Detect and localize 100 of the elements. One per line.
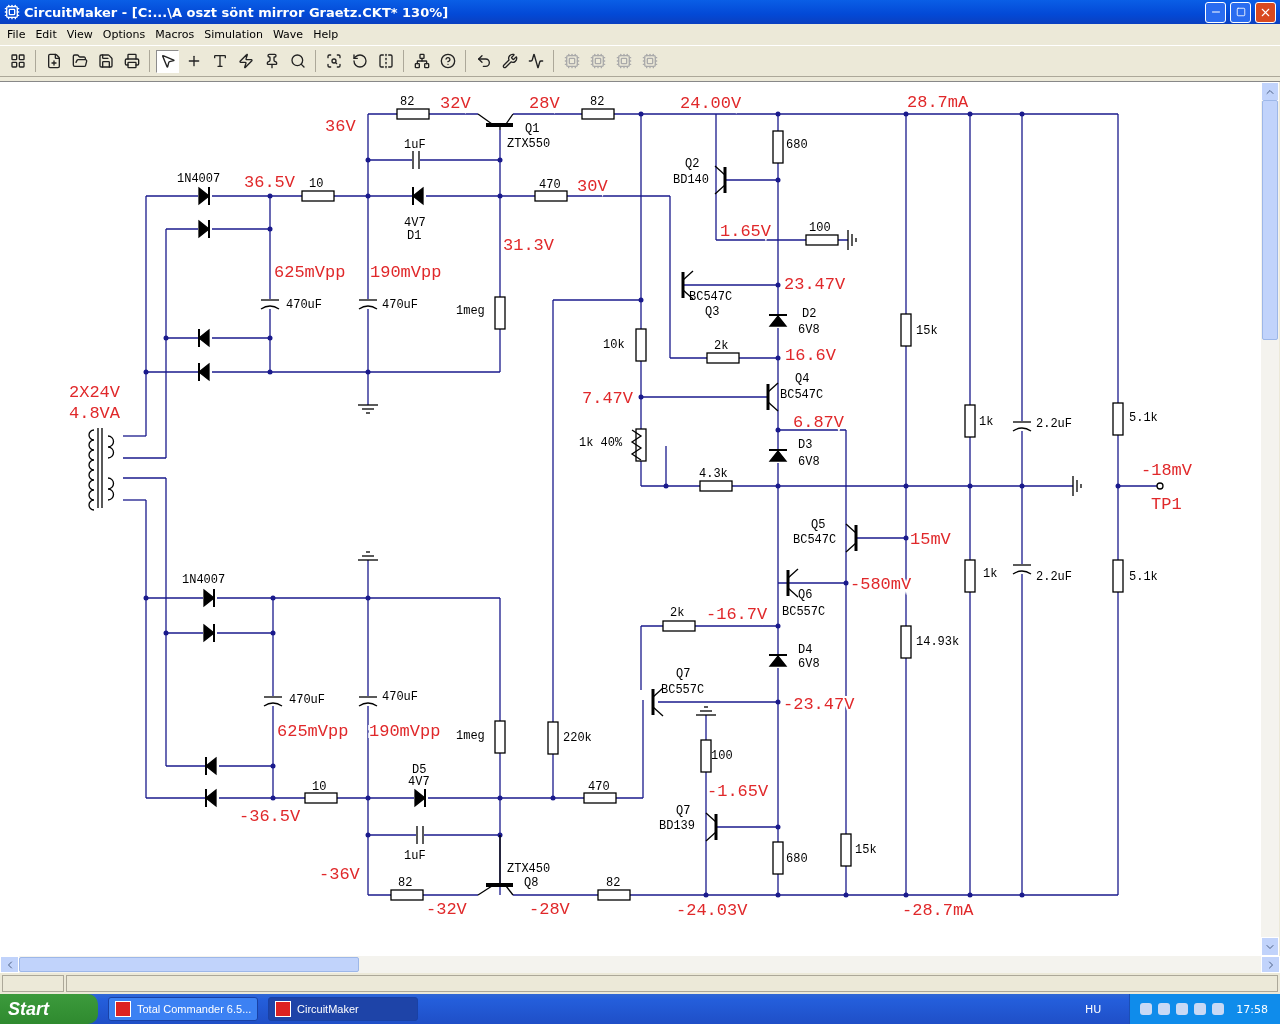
- part-label: Q7: [676, 667, 691, 681]
- part-label: Q7: [676, 804, 691, 818]
- part-label: 6V8: [798, 455, 820, 469]
- part-label: 82: [606, 876, 621, 890]
- voltage-reading: -16.7V: [706, 605, 768, 624]
- voltage-reading: 31.3V: [503, 236, 554, 255]
- part-label: 82: [400, 95, 415, 109]
- menu-item[interactable]: Simulation: [199, 26, 268, 43]
- part-label: 680: [786, 138, 808, 152]
- part-label: 15k: [916, 324, 938, 338]
- part-label: 1k: [983, 567, 998, 581]
- maximize-button[interactable]: [1230, 1, 1251, 23]
- part-label: BC557C: [661, 683, 705, 697]
- part-label: 6V8: [798, 323, 820, 337]
- voltage-reading: -28.7mA: [902, 901, 974, 920]
- part-label: 82: [590, 95, 605, 109]
- part-label: 220k: [563, 731, 592, 745]
- voltage-reading: -36.5V: [239, 807, 301, 826]
- maximize-icon: [1235, 7, 1246, 17]
- part-label: 2.2uF: [1036, 417, 1072, 431]
- menu-item[interactable]: Edit: [30, 26, 62, 43]
- part-label: ZTX550: [507, 137, 551, 151]
- horizontal-scrollbar[interactable]: [0, 956, 1280, 973]
- close-button[interactable]: [1255, 1, 1276, 23]
- part-label: Q1: [525, 122, 540, 136]
- part-label: 100: [809, 221, 831, 235]
- menu-item[interactable]: Macros: [150, 26, 200, 43]
- part-label: 1meg: [456, 729, 485, 743]
- part-label: 1uF: [404, 138, 426, 152]
- voltage-reading: 36V: [325, 117, 356, 136]
- voltage-reading: 190mVpp: [370, 263, 442, 282]
- taskbar-task[interactable]: CircuitMaker: [268, 997, 418, 1021]
- task-icon: [275, 1001, 291, 1017]
- part-label: 10: [312, 780, 327, 794]
- part-label: 4V7: [408, 775, 430, 789]
- voltage-reading: -28V: [529, 900, 570, 919]
- part-label: 10k: [603, 338, 625, 352]
- part-label: D1: [407, 229, 422, 243]
- part-label: 10: [309, 177, 324, 191]
- scroll-thumb[interactable]: [19, 957, 359, 972]
- part-label: 100: [711, 749, 733, 763]
- voltage-reading: 23.47V: [784, 275, 846, 294]
- scroll-thumb[interactable]: [1262, 100, 1278, 340]
- start-button[interactable]: Start: [0, 994, 98, 1024]
- part-label: BC547C: [793, 533, 837, 547]
- part-label: 2.2uF: [1036, 570, 1072, 584]
- window-title: CircuitMaker - [C:...\A oszt sönt mirror Graetz.CKT* 130%]: [24, 4, 450, 20]
- pointer-icon: [159, 53, 176, 69]
- voltage-reading: 28V: [529, 94, 560, 113]
- print-icon: [123, 53, 140, 69]
- menu-item[interactable]: Wave: [267, 26, 309, 43]
- voltage-reading: 6.87V: [793, 413, 844, 432]
- voltage-reading: -32V: [426, 900, 467, 919]
- voltage-reading: TP1: [1151, 495, 1182, 514]
- part-label: 14.93k: [916, 635, 960, 649]
- voltage-reading: 625mVpp: [274, 263, 346, 282]
- voltage-reading: 4.8VA: [69, 404, 120, 423]
- part-label: BC547C: [780, 388, 824, 402]
- menu-item[interactable]: Options: [97, 26, 151, 43]
- part-label: 6V8: [798, 657, 820, 671]
- part-label: 1N4007: [182, 573, 226, 587]
- task-icon: [115, 1001, 131, 1017]
- vertical-scrollbar[interactable]: [1261, 82, 1279, 956]
- part-label: 82: [398, 876, 413, 890]
- part-label: 680: [786, 852, 808, 866]
- voltage-reading: -36V: [319, 865, 360, 884]
- minimize-button[interactable]: [1205, 1, 1226, 23]
- part-label: 1k 40%: [579, 436, 623, 450]
- language-indicator[interactable]: HU: [1084, 1002, 1102, 1016]
- menu-item[interactable]: View: [61, 26, 98, 43]
- new-icon: [45, 53, 62, 69]
- part-label: 5.1k: [1129, 570, 1158, 584]
- part-label: Q4: [795, 372, 810, 386]
- zoom-icon: [289, 53, 306, 69]
- voltage-reading: 1.65V: [720, 222, 771, 241]
- part-label: Q8: [524, 876, 539, 890]
- voltage-reading: -18mV: [1141, 461, 1192, 480]
- clock: 17:58: [1236, 1002, 1268, 1016]
- part-label: Q6: [798, 588, 813, 602]
- voltage-reading: 32V: [440, 94, 471, 113]
- menu-item[interactable]: Help: [308, 26, 344, 43]
- part-label: Q5: [811, 518, 826, 532]
- part-label: ZTX450: [507, 862, 551, 876]
- voltage-reading: -24.03V: [676, 901, 748, 920]
- text-icon: [211, 53, 228, 69]
- part-label: 2k: [670, 606, 685, 620]
- part-label: 470uF: [382, 298, 418, 312]
- part-label: 5.1k: [1129, 411, 1158, 425]
- rotate-icon: [351, 53, 368, 69]
- menu-item[interactable]: File: [2, 26, 31, 43]
- part-label: 470uF: [289, 693, 325, 707]
- part-label: 15k: [855, 843, 877, 857]
- voltage-reading: 15mV: [910, 530, 951, 549]
- part-label: Q2: [685, 157, 700, 171]
- part-label: 1meg: [456, 304, 485, 318]
- part-label: 4.3k: [699, 467, 728, 481]
- part-label: 470: [588, 780, 610, 794]
- taskbar-task[interactable]: Total Commander 6.5...: [108, 997, 258, 1021]
- part-label: 1uF: [404, 849, 426, 863]
- pointer-tool-button[interactable]: [156, 49, 179, 73]
